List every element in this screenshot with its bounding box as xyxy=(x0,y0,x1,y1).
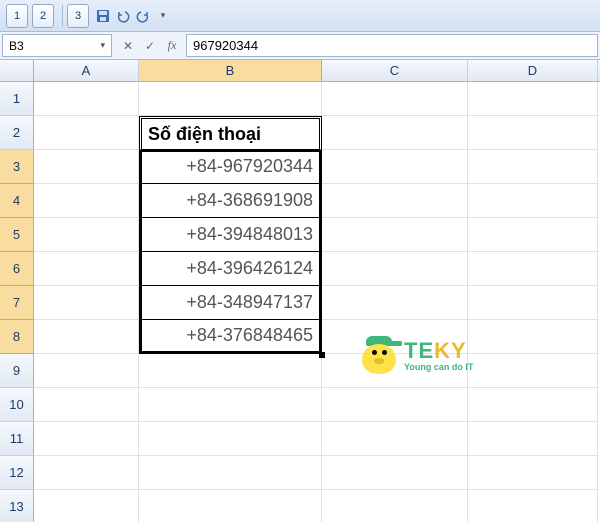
cell-A3[interactable] xyxy=(34,150,139,184)
cell-B5[interactable]: +84-394848013 xyxy=(139,218,322,252)
quick-access-toolbar: 1 2 3 ▾ xyxy=(0,0,600,32)
view-3-button[interactable]: 3 xyxy=(67,4,89,28)
cell-B12[interactable] xyxy=(139,456,322,490)
cancel-icon[interactable]: ✕ xyxy=(118,39,138,53)
cell-D12[interactable] xyxy=(468,456,598,490)
name-box-dropdown-icon[interactable]: ▾ xyxy=(100,40,105,51)
cell-B13[interactable] xyxy=(139,490,322,522)
cell-D5[interactable] xyxy=(468,218,598,252)
cell-A11[interactable] xyxy=(34,422,139,456)
row-header-5[interactable]: 5 xyxy=(0,218,34,252)
row-header-10[interactable]: 10 xyxy=(0,388,34,422)
worksheet: A B C D 1 2 3 4 5 6 7 8 9 10 11 12 13 Số… xyxy=(0,60,600,522)
cell-C10[interactable] xyxy=(322,388,468,422)
undo-icon[interactable] xyxy=(113,6,133,26)
cell-A7[interactable] xyxy=(34,286,139,320)
row-header-6[interactable]: 6 xyxy=(0,252,34,286)
cell-A12[interactable] xyxy=(34,456,139,490)
row-header-3[interactable]: 3 xyxy=(0,150,34,184)
cell-C1[interactable] xyxy=(322,82,468,116)
qat-dropdown-icon[interactable]: ▾ xyxy=(153,6,173,26)
row-header-9[interactable]: 9 xyxy=(0,354,34,388)
qat-divider xyxy=(62,5,63,27)
teky-logo: TEKY Young can do IT xyxy=(360,336,473,374)
col-header-D[interactable]: D xyxy=(468,60,598,81)
col-header-A[interactable]: A xyxy=(34,60,139,81)
cell-D10[interactable] xyxy=(468,388,598,422)
formula-bar-row: B3 ▾ ✕ ✓ fx 967920344 xyxy=(0,32,600,60)
cell-A4[interactable] xyxy=(34,184,139,218)
view-1-button[interactable]: 1 xyxy=(6,4,28,28)
cell-B8[interactable]: +84-376848465 xyxy=(139,320,322,354)
logo-text-1: TE xyxy=(404,338,434,363)
cell-C11[interactable] xyxy=(322,422,468,456)
redo-icon[interactable] xyxy=(133,6,153,26)
fill-handle[interactable] xyxy=(319,352,325,358)
row-header-1[interactable]: 1 xyxy=(0,82,34,116)
cell-A10[interactable] xyxy=(34,388,139,422)
cell-D6[interactable] xyxy=(468,252,598,286)
cell-B4[interactable]: +84-368691908 xyxy=(139,184,322,218)
name-box[interactable]: B3 ▾ xyxy=(2,34,112,57)
cell-D8[interactable] xyxy=(468,320,598,354)
cell-B6[interactable]: +84-396426124 xyxy=(139,252,322,286)
cell-C5[interactable] xyxy=(322,218,468,252)
cell-D9[interactable] xyxy=(468,354,598,388)
cell-A9[interactable] xyxy=(34,354,139,388)
cell-A13[interactable] xyxy=(34,490,139,522)
row-header-4[interactable]: 4 xyxy=(0,184,34,218)
cell-D11[interactable] xyxy=(468,422,598,456)
select-all-corner[interactable] xyxy=(0,60,34,82)
cell-D13[interactable] xyxy=(468,490,598,522)
duck-icon xyxy=(360,336,398,374)
cell-D7[interactable] xyxy=(468,286,598,320)
cell-B2[interactable]: Số điện thoại xyxy=(139,116,322,150)
col-header-C[interactable]: C xyxy=(322,60,468,81)
cell-A5[interactable] xyxy=(34,218,139,252)
formula-value: 967920344 xyxy=(193,38,258,53)
cell-A8[interactable] xyxy=(34,320,139,354)
cell-C13[interactable] xyxy=(322,490,468,522)
row-headers: 1 2 3 4 5 6 7 8 9 10 11 12 13 xyxy=(0,82,34,522)
cell-A2[interactable] xyxy=(34,116,139,150)
cells-grid[interactable]: Số điện thoại +84-967920344 +84-36869190… xyxy=(34,82,600,522)
cell-C4[interactable] xyxy=(322,184,468,218)
cell-B7[interactable]: +84-348947137 xyxy=(139,286,322,320)
formula-input[interactable]: 967920344 xyxy=(186,34,598,57)
cell-A1[interactable] xyxy=(34,82,139,116)
cell-B11[interactable] xyxy=(139,422,322,456)
row-header-2[interactable]: 2 xyxy=(0,116,34,150)
column-headers: A B C D xyxy=(34,60,600,82)
cell-C12[interactable] xyxy=(322,456,468,490)
logo-text-2: KY xyxy=(434,338,467,363)
cell-D3[interactable] xyxy=(468,150,598,184)
row-header-11[interactable]: 11 xyxy=(0,422,34,456)
cell-D2[interactable] xyxy=(468,116,598,150)
cell-C6[interactable] xyxy=(322,252,468,286)
logo-subtext: Young can do IT xyxy=(404,362,473,372)
cell-C2[interactable] xyxy=(322,116,468,150)
row-header-13[interactable]: 13 xyxy=(0,490,34,522)
fx-icon[interactable]: fx xyxy=(162,38,182,53)
col-header-B[interactable]: B xyxy=(139,60,322,81)
save-icon[interactable] xyxy=(93,6,113,26)
cell-D4[interactable] xyxy=(468,184,598,218)
enter-icon[interactable]: ✓ xyxy=(140,39,160,53)
cell-C7[interactable] xyxy=(322,286,468,320)
cell-B1[interactable] xyxy=(139,82,322,116)
name-box-value: B3 xyxy=(9,39,24,53)
row-header-8[interactable]: 8 xyxy=(0,320,34,354)
cell-D1[interactable] xyxy=(468,82,598,116)
row-header-7[interactable]: 7 xyxy=(0,286,34,320)
cell-A6[interactable] xyxy=(34,252,139,286)
cell-B9[interactable] xyxy=(139,354,322,388)
cell-B10[interactable] xyxy=(139,388,322,422)
formula-icons: ✕ ✓ fx xyxy=(114,32,186,59)
cell-C3[interactable] xyxy=(322,150,468,184)
row-header-12[interactable]: 12 xyxy=(0,456,34,490)
cell-B3[interactable]: +84-967920344 xyxy=(139,150,322,184)
logo-text-wrap: TEKY Young can do IT xyxy=(404,338,473,372)
view-2-button[interactable]: 2 xyxy=(32,4,54,28)
